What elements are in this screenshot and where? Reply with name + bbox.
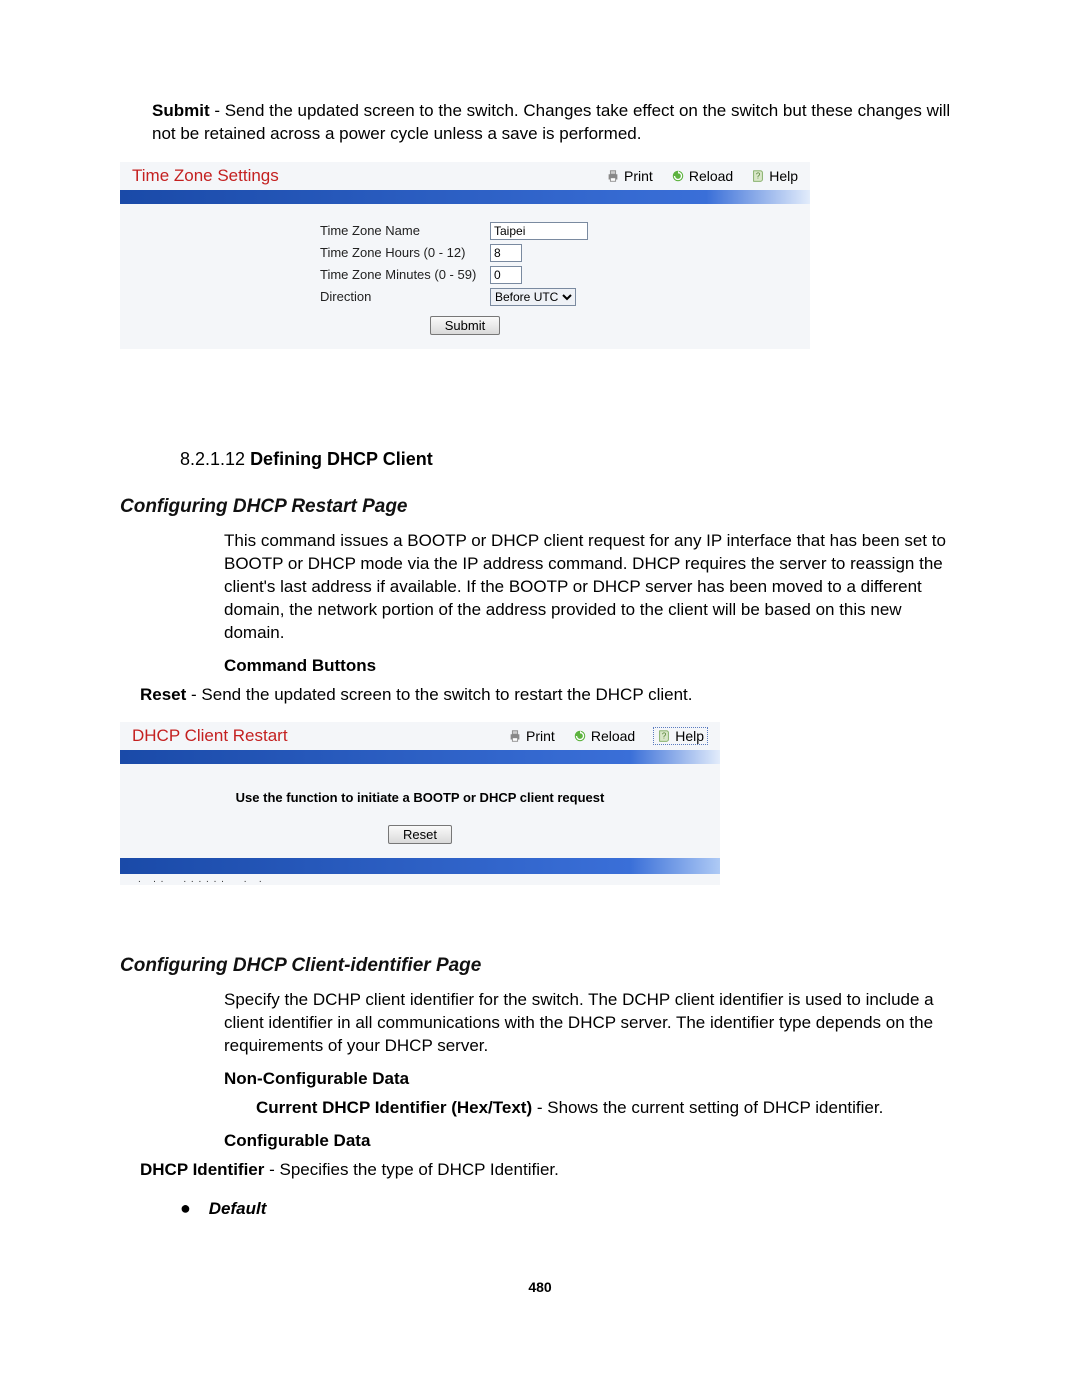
direction-label: Direction xyxy=(320,289,490,304)
submit-description: Submit - Send the updated screen to the … xyxy=(152,100,960,146)
print-label: Print xyxy=(624,168,653,184)
tiny-caption: . . . . . . . . . . . xyxy=(138,874,720,885)
header-actions: Print Reload ? Help xyxy=(606,168,798,184)
reload-icon xyxy=(671,169,685,183)
reload-button[interactable]: Reload xyxy=(573,728,635,744)
panel-title: Time Zone Settings xyxy=(132,166,279,186)
help-icon: ? xyxy=(751,169,765,183)
help-button[interactable]: ? Help xyxy=(653,727,708,745)
form-row-tzhours: Time Zone Hours (0 - 12) xyxy=(320,244,810,262)
panel-divider xyxy=(120,750,720,764)
section-heading: 8.2.1.12 Defining DHCP Client xyxy=(180,449,960,470)
help-label: Help xyxy=(675,728,704,744)
submit-text: - Send the updated screen to the switch.… xyxy=(152,101,950,143)
print-button[interactable]: Print xyxy=(606,168,653,184)
svg-text:?: ? xyxy=(756,172,761,181)
bullet-default: ● Default xyxy=(180,1198,960,1219)
panel-header: Time Zone Settings Print Reload ? xyxy=(120,162,810,190)
submit-row: Submit xyxy=(120,316,810,335)
identifier-heading: Configuring DHCP Client-identifier Page xyxy=(120,955,960,977)
panel-footer-bar xyxy=(120,858,720,874)
dhcp-id-label: DHCP Identifier xyxy=(140,1160,264,1179)
dhcp-id-text: - Specifies the type of DHCP Identifier. xyxy=(264,1160,559,1179)
command-buttons-heading: Command Buttons xyxy=(224,656,376,675)
document-page: Submit - Send the updated screen to the … xyxy=(0,0,1080,1335)
noncfg-heading: Non-Configurable Data xyxy=(224,1069,409,1088)
print-button[interactable]: Print xyxy=(508,728,555,744)
print-icon xyxy=(606,169,620,183)
reset-row: Reset xyxy=(120,825,720,844)
timezone-panel: Time Zone Settings Print Reload ? xyxy=(120,162,810,349)
submit-button[interactable]: Submit xyxy=(430,316,500,335)
bullet-icon: ● xyxy=(180,1198,204,1219)
header-actions: Print Reload ? Help xyxy=(508,727,708,745)
reset-description: Reset - Send the updated screen to the s… xyxy=(140,684,960,707)
bullet-default-label: Default xyxy=(209,1199,267,1218)
panel-header: DHCP Client Restart Print Reload ? xyxy=(120,722,720,750)
panel-title: DHCP Client Restart xyxy=(132,726,288,746)
direction-select[interactable]: Before UTC xyxy=(490,288,576,306)
tz-name-input[interactable] xyxy=(490,222,588,240)
restart-heading: Configuring DHCP Restart Page xyxy=(120,496,960,518)
reload-button[interactable]: Reload xyxy=(671,168,733,184)
restart-note: Use the function to initiate a BOOTP or … xyxy=(120,778,720,809)
current-id-label: Current DHCP Identifier (Hex/Text) xyxy=(256,1098,532,1117)
tz-name-label: Time Zone Name xyxy=(320,223,490,238)
tz-hours-input[interactable] xyxy=(490,244,522,262)
help-label: Help xyxy=(769,168,798,184)
print-label: Print xyxy=(526,728,555,744)
reload-label: Reload xyxy=(689,168,733,184)
section-number: 8.2.1.12 xyxy=(180,449,250,469)
reset-button[interactable]: Reset xyxy=(388,825,452,844)
page-number: 480 xyxy=(120,1279,960,1295)
dhcp-restart-panel: DHCP Client Restart Print Reload ? xyxy=(120,722,720,885)
help-icon: ? xyxy=(657,729,671,743)
dhcp-id-line: DHCP Identifier - Specifies the type of … xyxy=(140,1159,960,1182)
current-id-line: Current DHCP Identifier (Hex/Text) - Sho… xyxy=(256,1097,960,1120)
reload-label: Reload xyxy=(591,728,635,744)
svg-text:?: ? xyxy=(662,732,667,741)
cfg-heading: Configurable Data xyxy=(224,1131,370,1150)
panel-body: Time Zone Name Time Zone Hours (0 - 12) … xyxy=(120,204,810,349)
tz-minutes-input[interactable] xyxy=(490,266,522,284)
form-row-tzname: Time Zone Name xyxy=(320,222,810,240)
section-title: Defining DHCP Client xyxy=(250,449,433,469)
help-button[interactable]: ? Help xyxy=(751,168,798,184)
current-id-text: - Shows the current setting of DHCP iden… xyxy=(532,1098,883,1117)
submit-label: Submit xyxy=(152,101,210,120)
panel-body: Use the function to initiate a BOOTP or … xyxy=(120,764,720,858)
tz-minutes-label: Time Zone Minutes (0 - 59) xyxy=(320,267,490,282)
tz-hours-label: Time Zone Hours (0 - 12) xyxy=(320,245,490,260)
reset-text: - Send the updated screen to the switch … xyxy=(186,685,692,704)
reset-label: Reset xyxy=(140,685,186,704)
restart-paragraph: This command issues a BOOTP or DHCP clie… xyxy=(224,530,960,645)
reload-icon xyxy=(573,729,587,743)
form-row-tzmin: Time Zone Minutes (0 - 59) xyxy=(320,266,810,284)
identifier-paragraph: Specify the DCHP client identifier for t… xyxy=(224,989,960,1058)
panel-divider xyxy=(120,190,810,204)
form-row-direction: Direction Before UTC xyxy=(320,288,810,306)
print-icon xyxy=(508,729,522,743)
